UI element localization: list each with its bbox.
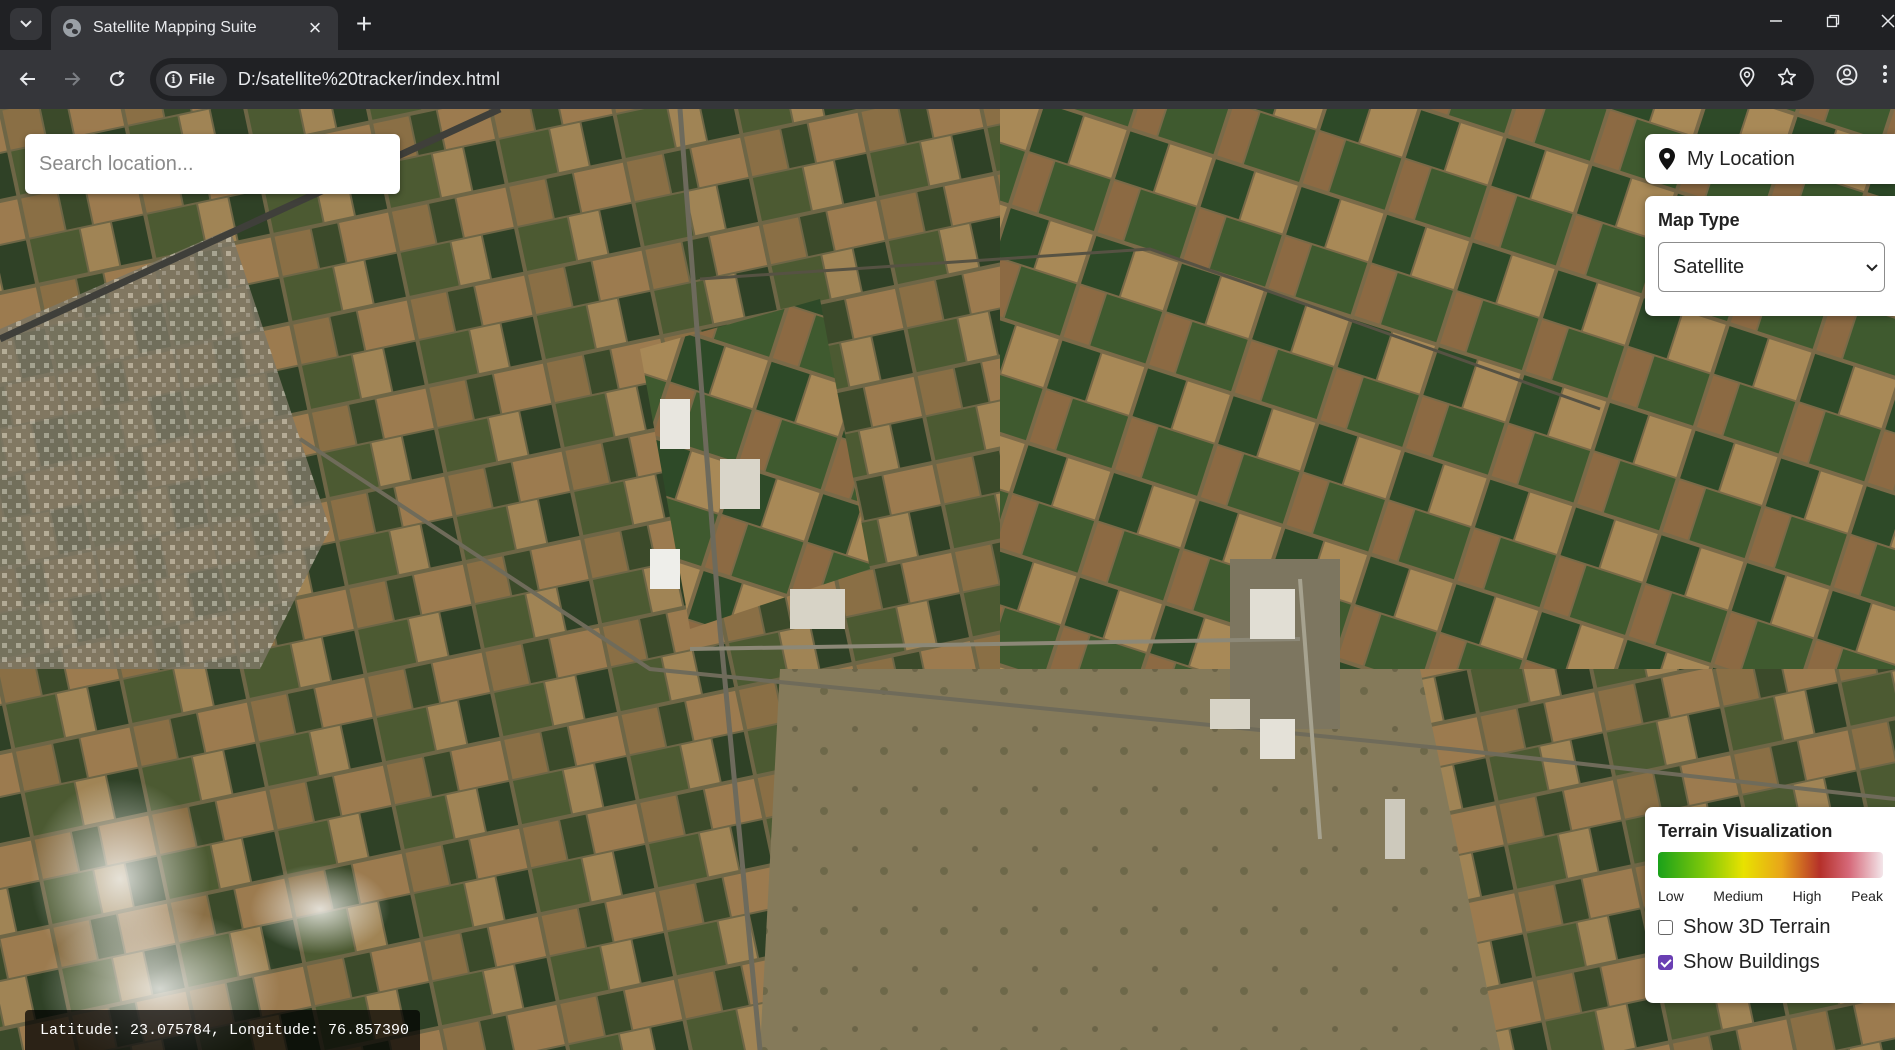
- location-pin-icon[interactable]: [1734, 66, 1760, 93]
- show-3d-terrain-row[interactable]: Show 3D Terrain: [1658, 916, 1895, 939]
- search-input[interactable]: [25, 134, 400, 194]
- plus-icon[interactable]: +: [350, 10, 378, 38]
- map-pin-icon: [1659, 148, 1675, 170]
- tab-strip: Satellite Mapping Suite × +: [0, 0, 1895, 50]
- active-tab[interactable]: Satellite Mapping Suite ×: [51, 6, 338, 50]
- legend-label-peak: Peak: [1851, 888, 1883, 904]
- map-viewport[interactable]: My Location Map Type Satellite Terrain V…: [0, 109, 1895, 1050]
- info-icon: i: [165, 71, 182, 88]
- more-vert-icon[interactable]: [1870, 64, 1895, 90]
- back-arrow-icon[interactable]: [13, 64, 43, 94]
- terrain-gradient-legend: [1658, 852, 1883, 878]
- forward-arrow-icon[interactable]: [57, 64, 87, 94]
- show-buildings-row[interactable]: Show Buildings: [1658, 951, 1895, 974]
- minimize-icon[interactable]: [1764, 12, 1788, 33]
- my-location-label: My Location: [1687, 147, 1795, 170]
- browser-toolbar: i File D:/satellite%20tracker/index.html: [0, 50, 1895, 109]
- url-text[interactable]: D:/satellite%20tracker/index.html: [238, 69, 1734, 90]
- close-icon[interactable]: ×: [304, 17, 326, 39]
- show-buildings-label[interactable]: Show Buildings: [1683, 951, 1820, 974]
- star-icon[interactable]: [1774, 67, 1800, 93]
- security-chip-label: File: [189, 71, 215, 88]
- legend-label-high: High: [1792, 888, 1822, 904]
- tab-list-icon: [20, 20, 32, 28]
- chevron-down-icon: [1866, 259, 1878, 277]
- map-type-title: Map Type: [1658, 210, 1740, 230]
- tab-list-button[interactable]: [10, 8, 42, 40]
- address-bar[interactable]: i File D:/satellite%20tracker/index.html: [150, 58, 1814, 101]
- site-info-chip[interactable]: i File: [156, 63, 227, 96]
- satellite-imagery[interactable]: [0, 109, 1895, 1050]
- tab-title: Satellite Mapping Suite: [93, 19, 257, 36]
- coordinates-readout: Latitude: 23.075784, Longitude: 76.85739…: [25, 1010, 420, 1050]
- profile-icon[interactable]: [1832, 64, 1862, 92]
- window-close-icon[interactable]: [1876, 12, 1895, 33]
- map-type-select[interactable]: Satellite: [1658, 242, 1885, 292]
- reload-icon[interactable]: [102, 64, 132, 94]
- my-location-button[interactable]: My Location: [1645, 134, 1895, 184]
- map-type-panel: Map Type Satellite: [1645, 196, 1895, 316]
- terrain-legend-labels: Low Medium High Peak: [1658, 888, 1883, 904]
- show-3d-terrain-checkbox[interactable]: [1658, 920, 1673, 935]
- legend-label-medium: Medium: [1713, 888, 1764, 904]
- show-buildings-checkbox[interactable]: [1658, 955, 1673, 970]
- globe-favicon-icon: [63, 19, 81, 37]
- legend-label-low: Low: [1658, 888, 1684, 904]
- map-type-selected-value: Satellite: [1673, 255, 1745, 278]
- terrain-title: Terrain Visualization: [1658, 821, 1833, 841]
- terrain-visualization-panel: Terrain Visualization Low Medium High Pe…: [1645, 807, 1895, 1003]
- restore-icon[interactable]: [1821, 12, 1845, 33]
- show-3d-terrain-label[interactable]: Show 3D Terrain: [1683, 916, 1830, 939]
